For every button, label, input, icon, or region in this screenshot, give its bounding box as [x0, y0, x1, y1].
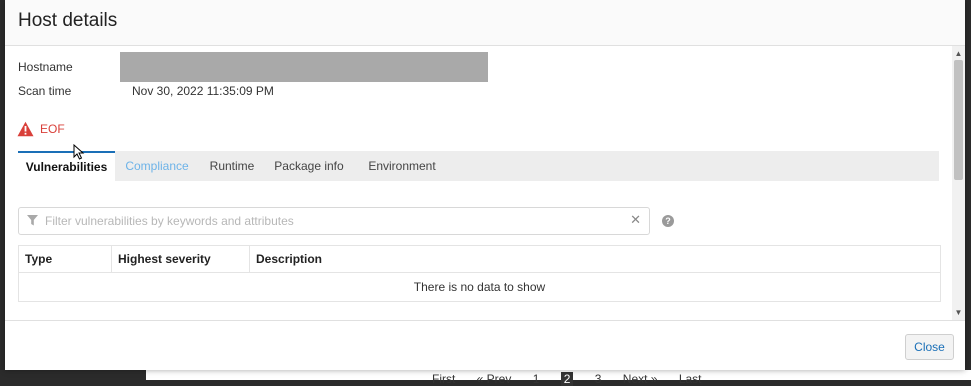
clear-filter-icon[interactable]: ✕	[630, 212, 641, 228]
column-header-description[interactable]: Description	[249, 246, 940, 272]
scrollbar-thumb[interactable]	[954, 60, 963, 180]
pager-page-3[interactable]: 3	[595, 372, 602, 386]
pager-next[interactable]: Next »	[623, 372, 658, 386]
table-header: Type Highest severity Description	[19, 246, 940, 273]
filter-funnel-icon	[27, 215, 38, 226]
pager-page-1[interactable]: 1	[533, 372, 540, 386]
filter-input[interactable]	[43, 211, 627, 231]
error-text: EOF	[40, 122, 65, 136]
filter-box: ✕	[18, 207, 650, 235]
tab-compliance[interactable]: Compliance	[115, 151, 199, 181]
pager-page-2[interactable]: 2	[560, 372, 574, 386]
tab-bar: Vulnerabilities Compliance Runtime Packa…	[18, 151, 939, 181]
hostname-value-redacted	[120, 52, 488, 82]
tab-environment[interactable]: Environment	[353, 151, 451, 181]
host-details-modal: Host details Hostname Scan time Nov 30, …	[5, 0, 965, 370]
pager-prev[interactable]: « Prev	[477, 372, 512, 386]
hostname-label: Hostname	[18, 60, 73, 74]
background-pagination: First « Prev 1 2 3 Next » Last	[432, 372, 720, 386]
scroll-up-arrow-icon[interactable]: ▲	[954, 49, 963, 58]
tab-package-info[interactable]: Package info	[265, 151, 353, 181]
column-header-highest-severity[interactable]: Highest severity	[111, 246, 249, 272]
close-button[interactable]: Close	[905, 334, 954, 360]
scan-time-value: Nov 30, 2022 11:35:09 PM	[132, 84, 274, 98]
tab-vulnerabilities[interactable]: Vulnerabilities	[18, 151, 115, 181]
modal-header: Host details	[5, 0, 965, 46]
modal-footer: Close	[5, 320, 965, 371]
modal-scrollbar[interactable]: ▲ ▼	[952, 46, 965, 320]
pager-last[interactable]: Last	[679, 372, 702, 386]
warning-triangle-icon	[17, 121, 34, 137]
modal-title: Host details	[18, 10, 118, 31]
scan-time-label: Scan time	[18, 84, 72, 98]
empty-table-message: There is no data to show	[413, 280, 546, 294]
modal-body: Hostname Scan time Nov 30, 2022 11:35:09…	[5, 46, 952, 320]
help-icon[interactable]: ?	[662, 215, 674, 227]
error-message: EOF	[17, 120, 65, 138]
scroll-down-arrow-icon[interactable]: ▼	[954, 308, 963, 317]
column-header-type[interactable]: Type	[19, 246, 111, 272]
vulnerabilities-table: Type Highest severity Description There …	[18, 245, 941, 302]
pager-first[interactable]: First	[432, 372, 455, 386]
mouse-cursor-icon	[73, 144, 85, 160]
tab-runtime[interactable]: Runtime	[199, 151, 265, 181]
